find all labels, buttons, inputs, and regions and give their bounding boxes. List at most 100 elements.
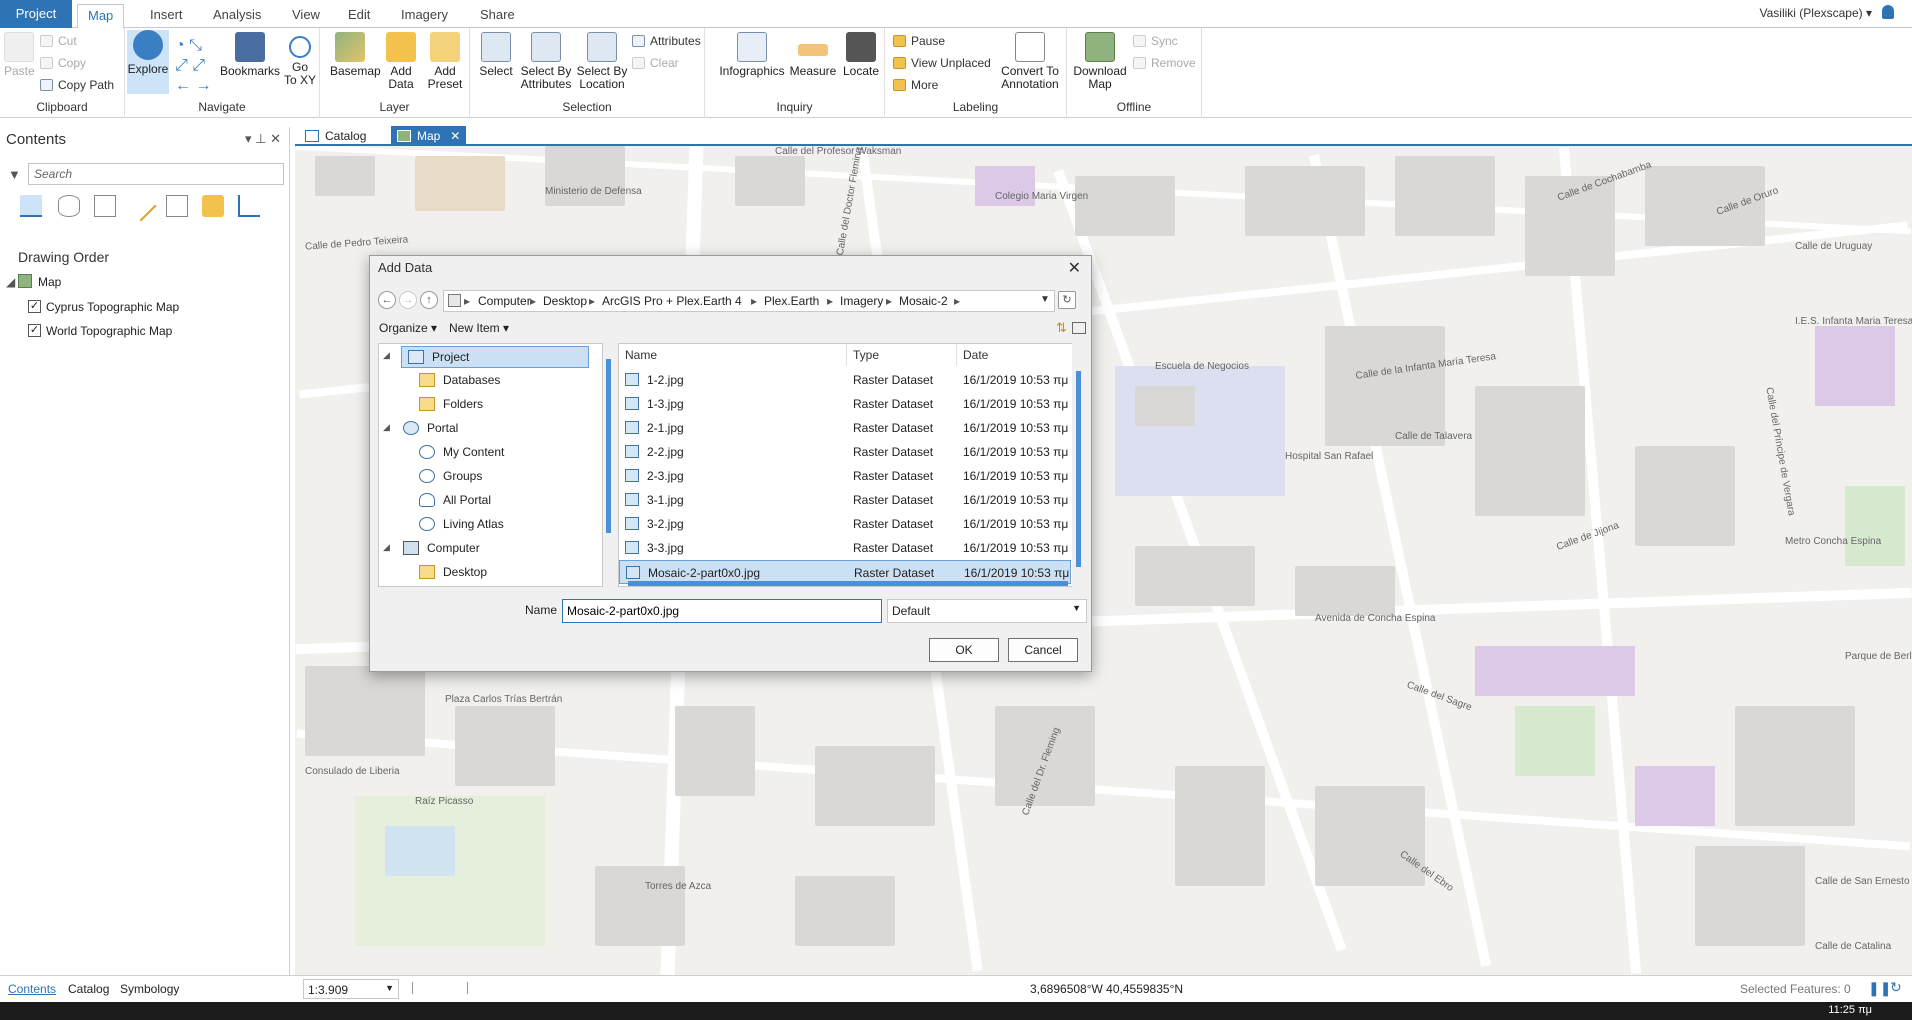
file-row[interactable]: 1-2.jpg Raster Dataset 16/1/2019 10:53 πμ: [619, 368, 1071, 392]
tab-map[interactable]: Map: [77, 4, 125, 29]
tree-item-databases[interactable]: Databases: [419, 370, 500, 392]
pane-close-icon[interactable]: ▾ ⊥ ✕: [245, 131, 281, 147]
file-type-filter-select[interactable]: Default ▼: [887, 599, 1087, 623]
tab-edit[interactable]: Edit: [338, 4, 380, 28]
copy-path-button[interactable]: Copy Path: [38, 76, 114, 94]
column-header-type[interactable]: Type: [847, 344, 957, 366]
user-account-menu[interactable]: Vasiliki (Plexscape) ▾: [1760, 6, 1873, 20]
convert-to-annotation-button[interactable]: Convert To Annotation: [997, 32, 1063, 91]
copy-button[interactable]: Copy: [38, 54, 86, 72]
pause-labeling-button[interactable]: Pause: [891, 32, 945, 50]
file-row[interactable]: 3-3.jpg Raster Dataset 16/1/2019 10:53 πμ: [619, 536, 1071, 560]
add-preset-button[interactable]: Add Preset: [424, 32, 466, 91]
breadcrumb-plex-earth[interactable]: Plex.Earth: [764, 294, 819, 308]
list-by-drawing-order-icon[interactable]: [20, 195, 42, 217]
list-by-source-icon[interactable]: [58, 195, 80, 217]
paste-button[interactable]: Paste: [4, 32, 35, 78]
add-data-button[interactable]: Add Data: [384, 32, 418, 91]
organize-menu[interactable]: Organize ▾: [379, 321, 437, 335]
file-row[interactable]: 2-1.jpg Raster Dataset 16/1/2019 10:53 πμ: [619, 416, 1071, 440]
remove-offline-button[interactable]: Remove: [1131, 54, 1196, 72]
tree-item-my-content[interactable]: My Content: [419, 442, 504, 464]
pane-tab-contents[interactable]: Contents: [8, 982, 56, 996]
list-by-charts-icon[interactable]: [238, 195, 260, 217]
column-header-name[interactable]: Name: [619, 344, 847, 366]
view-tab-catalog[interactable]: Catalog: [299, 126, 374, 146]
file-row[interactable]: 3-1.jpg Raster Dataset 16/1/2019 10:53 πμ: [619, 488, 1071, 512]
tab-project[interactable]: Project: [0, 0, 72, 28]
tree-item-groups[interactable]: Groups: [419, 466, 482, 488]
file-row[interactable]: 2-2.jpg Raster Dataset 16/1/2019 10:53 πμ: [619, 440, 1071, 464]
bookmarks-button[interactable]: Bookmarks: [219, 32, 281, 78]
close-tab-icon[interactable]: ✕: [450, 126, 460, 146]
select-by-location-button[interactable]: Select By Location: [575, 32, 629, 91]
view-unplaced-button[interactable]: View Unplaced: [891, 54, 991, 72]
cancel-button[interactable]: Cancel: [1008, 638, 1078, 662]
layer-checkbox-cyprus[interactable]: ✓: [28, 300, 41, 313]
breadcrumb-computer[interactable]: Computer: [478, 294, 531, 308]
layer-world-topographic[interactable]: World Topographic Map: [46, 324, 172, 338]
tree-item-all-portal[interactable]: All Portal: [419, 490, 491, 512]
breadcrumb-mosaic-2[interactable]: Mosaic-2: [899, 294, 948, 308]
measure-button[interactable]: Measure: [789, 32, 837, 78]
go-to-xy-button[interactable]: Go To XY: [282, 32, 318, 87]
breadcrumb-imagery[interactable]: Imagery: [840, 294, 883, 308]
select-button[interactable]: Select: [478, 32, 514, 78]
file-row[interactable]: 3-2.jpg Raster Dataset 16/1/2019 10:53 πμ: [619, 512, 1071, 536]
collapse-portal-icon[interactable]: ◢: [383, 422, 390, 433]
basemap-button[interactable]: Basemap: [330, 32, 381, 78]
file-list-scrollbar[interactable]: [1072, 343, 1086, 587]
infographics-button[interactable]: Infographics: [717, 32, 787, 78]
column-header-date[interactable]: Date: [957, 344, 1071, 366]
breadcrumb-desktop[interactable]: Desktop: [543, 294, 587, 308]
view-toggle-icon[interactable]: [1072, 322, 1086, 334]
tab-imagery[interactable]: Imagery: [391, 4, 458, 28]
tree-item-project[interactable]: Project: [401, 346, 589, 368]
view-tab-map[interactable]: Map ✕: [391, 126, 467, 146]
tree-item-computer[interactable]: Computer: [403, 538, 480, 560]
tree-item-portal[interactable]: Portal: [403, 418, 458, 440]
tab-view[interactable]: View: [282, 4, 330, 28]
explore-button[interactable]: Explore: [127, 30, 169, 94]
dialog-close-icon[interactable]: ✕: [1068, 258, 1081, 278]
pause-drawing-icon[interactable]: ❚❚: [1868, 980, 1891, 997]
list-by-editing-icon[interactable]: [125, 190, 157, 222]
scale-select[interactable]: 1:3.909 ▼: [303, 979, 399, 999]
collapse-computer-icon[interactable]: ◢: [383, 542, 390, 553]
name-input[interactable]: [562, 599, 882, 623]
tree-item-living-atlas[interactable]: Living Atlas: [419, 514, 504, 536]
contents-search-input[interactable]: Search: [28, 163, 284, 185]
map-tools-icon[interactable]: [412, 982, 468, 994]
clear-selection-button[interactable]: Clear: [630, 54, 679, 72]
up-arrow-icon[interactable]: ↑: [420, 291, 438, 309]
back-arrow-icon[interactable]: ←: [378, 291, 396, 309]
notification-bell-icon[interactable]: [1882, 5, 1894, 19]
new-item-menu[interactable]: New Item ▾: [449, 321, 509, 335]
layer-checkbox-world[interactable]: ✓: [28, 324, 41, 337]
select-by-attributes-button[interactable]: Select By Attributes: [518, 32, 574, 91]
tree-item-folders[interactable]: Folders: [419, 394, 483, 416]
tab-analysis[interactable]: Analysis: [203, 4, 271, 28]
filter-icon[interactable]: ▼: [8, 167, 21, 182]
pane-tab-symbology[interactable]: Symbology: [120, 982, 179, 996]
list-by-labeling-icon[interactable]: [202, 195, 224, 217]
pane-tab-catalog[interactable]: Catalog: [68, 982, 109, 996]
zoom-tools-icon[interactable]: ◔ ⤡ ⤢ ⤢ ← →: [175, 36, 215, 94]
breadcrumb-dropdown-icon[interactable]: ▼: [1040, 294, 1050, 305]
file-row[interactable]: 2-3.jpg Raster Dataset 16/1/2019 10:53 πμ: [619, 464, 1071, 488]
sort-icon[interactable]: ⇅: [1056, 320, 1067, 336]
ok-button[interactable]: OK: [929, 638, 999, 662]
horizontal-scrollbar[interactable]: [628, 581, 1068, 586]
locate-button[interactable]: Locate: [841, 32, 881, 78]
expand-map-icon[interactable]: ◢: [6, 275, 15, 289]
layer-cyprus-topographic[interactable]: Cyprus Topographic Map: [46, 300, 179, 314]
forward-arrow-icon[interactable]: →: [399, 291, 417, 309]
file-row[interactable]: 1-3.jpg Raster Dataset 16/1/2019 10:53 πμ: [619, 392, 1071, 416]
collapse-project-icon[interactable]: ◢: [383, 350, 390, 361]
list-by-snapping-icon[interactable]: [166, 195, 188, 217]
map-node[interactable]: Map: [38, 275, 61, 289]
cut-button[interactable]: Cut: [38, 32, 77, 50]
tree-item-desktop[interactable]: Desktop: [419, 562, 487, 584]
list-by-selection-icon[interactable]: [94, 195, 116, 217]
more-labeling-button[interactable]: More: [891, 76, 938, 94]
